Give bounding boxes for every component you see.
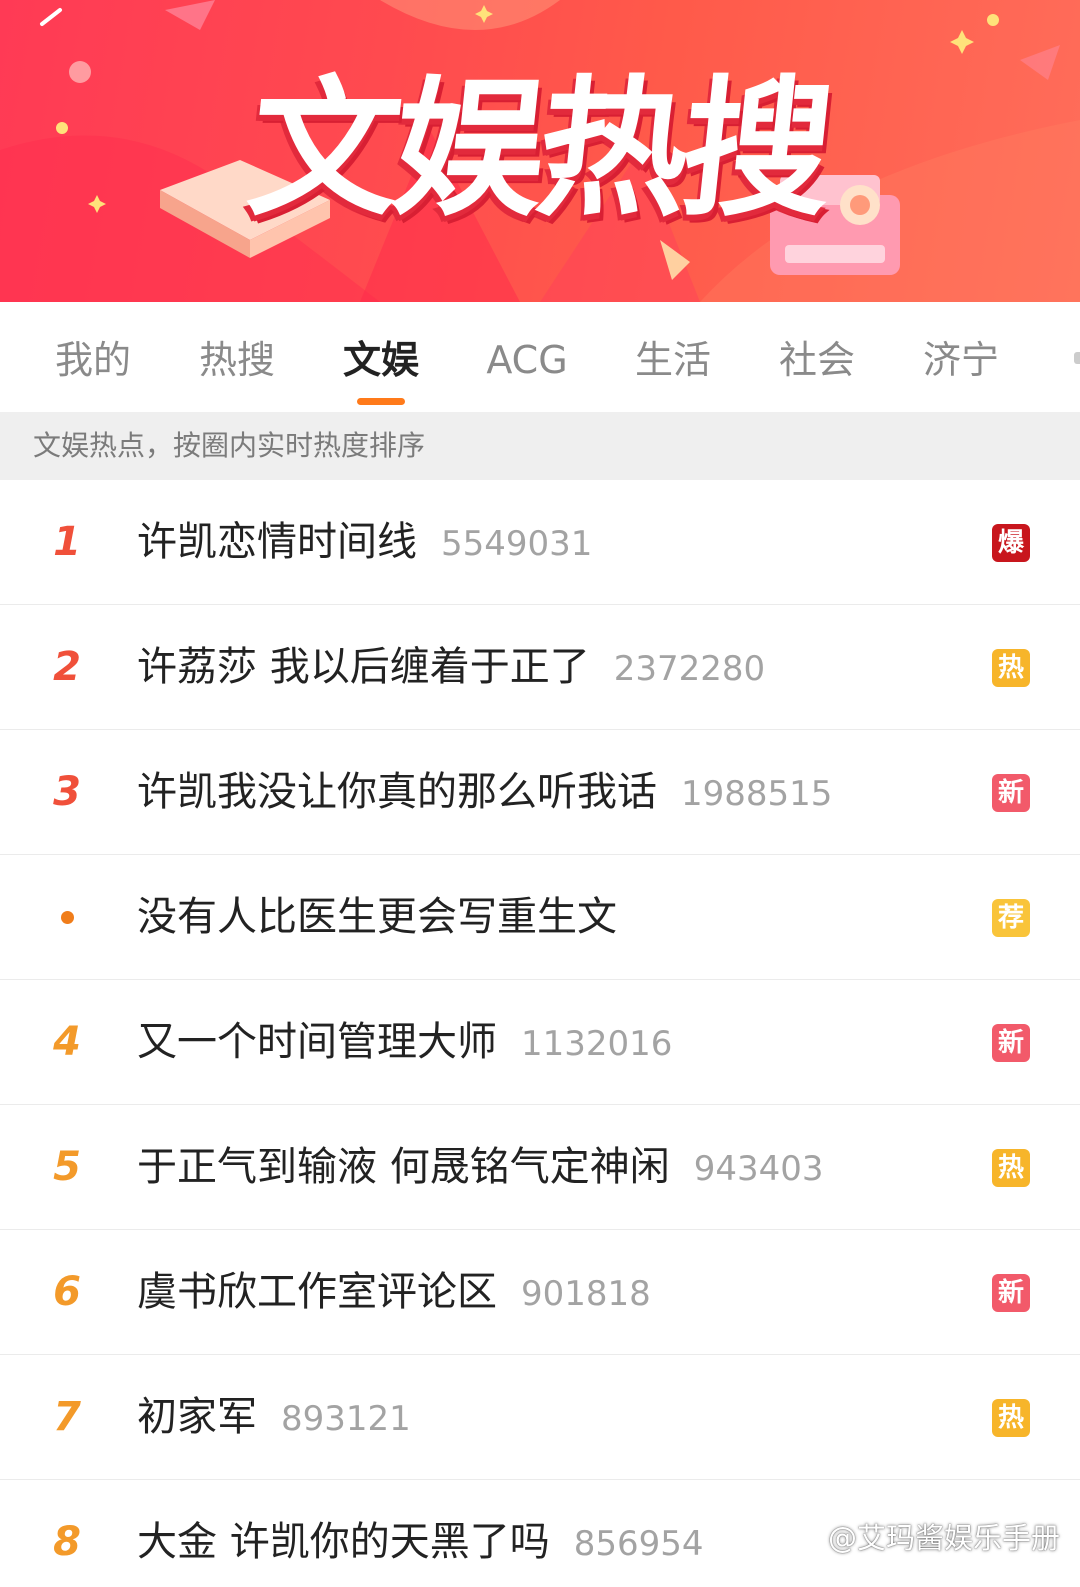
topic-title[interactable]: 许凯我没让你真的那么听我话 <box>137 769 657 815</box>
tab-hot-search[interactable]: 热搜 <box>196 332 278 388</box>
rank-number: 4 <box>53 1019 81 1065</box>
topic-title[interactable]: 许凯恋情时间线 <box>137 519 417 565</box>
topic-title[interactable]: 大金 许凯你的天黑了吗 <box>137 1519 550 1565</box>
heat-count: 893121 <box>281 1399 411 1439</box>
heat-count: 5549031 <box>441 524 593 564</box>
tab-acg[interactable]: ACG <box>482 332 572 388</box>
tab-jining[interactable]: 济宁 <box>920 332 1002 388</box>
hot-search-list: 1 许凯恋情时间线 5549031 爆 2 许荔莎 我以后缠着于正了 2372280… <box>0 480 1080 1587</box>
rank-number: 1 <box>53 519 81 565</box>
hot-badge: 热 <box>992 1399 1030 1437</box>
list-item[interactable]: 3 许凯我没让你真的那么听我话 1988515 新 <box>0 730 1080 855</box>
ranking-description: 文娱热点，按圈内实时热度排序 <box>33 429 426 462</box>
more-tabs-hint <box>1074 352 1080 364</box>
hot-badge: 热 <box>992 649 1030 687</box>
list-item[interactable]: 1 许凯恋情时间线 5549031 爆 <box>0 480 1080 605</box>
rank-number: 3 <box>53 769 81 815</box>
banner-title: 文娱热搜 <box>241 63 836 237</box>
rank-number: 6 <box>53 1269 81 1315</box>
rank-number: 2 <box>53 644 81 690</box>
heat-count: 943403 <box>693 1149 824 1189</box>
list-item[interactable]: 2 许荔莎 我以后缠着于正了 2372280 热 <box>0 605 1080 730</box>
watermark: @艾玛酱娱乐手册 <box>790 1518 1060 1558</box>
topic-title[interactable]: 虞书欣工作室评论区 <box>137 1269 497 1315</box>
info-strip: 文娱热点，按圈内实时热度排序 <box>0 412 1080 480</box>
tab-society[interactable]: 社会 <box>776 332 858 388</box>
watermark-text: @艾玛酱娱乐手册 <box>828 1521 1061 1555</box>
rank-number: 7 <box>53 1394 81 1440</box>
back-arrow-icon[interactable] <box>30 0 70 30</box>
active-tab-indicator <box>357 398 405 405</box>
topic-title[interactable]: 没有人比医生更会写重生文 <box>137 894 617 940</box>
rank-number: 5 <box>53 1144 81 1190</box>
category-tabs: 我的 热搜 文娱 ACG 生活 社会 济宁 <box>0 302 1080 412</box>
heat-count: 2372280 <box>613 649 766 689</box>
new-badge: 新 <box>992 1274 1030 1312</box>
hot-badge: 热 <box>992 1149 1030 1187</box>
heat-count: 1988515 <box>681 774 833 814</box>
rank-number: 8 <box>53 1519 81 1565</box>
page: 文娱热搜 我的 热搜 文娱 ACG 生活 社会 济宁 文娱热点，按圈内实时热度排… <box>0 0 1080 1587</box>
list-item[interactable]: 5 于正气到输液 何晟铭气定神闲 943403 热 <box>0 1105 1080 1230</box>
explosive-badge: 爆 <box>992 524 1030 562</box>
heat-count: 856954 <box>573 1524 704 1564</box>
heat-count: 901818 <box>521 1274 651 1314</box>
new-badge: 新 <box>992 1024 1030 1062</box>
new-badge: 新 <box>992 774 1030 812</box>
recommended-dot-icon <box>61 911 74 924</box>
heat-count: 1132016 <box>521 1024 673 1064</box>
tab-mine[interactable]: 我的 <box>52 332 134 388</box>
tab-entertainment[interactable]: 文娱 <box>340 332 422 388</box>
topic-title[interactable]: 初家军 <box>137 1394 257 1440</box>
list-item[interactable]: 4 又一个时间管理大师 1132016 新 <box>0 980 1080 1105</box>
weibo-logo-icon <box>790 1528 823 1554</box>
recommended-badge: 荐 <box>992 899 1030 937</box>
list-item[interactable]: 7 初家军 893121 热 <box>0 1355 1080 1480</box>
topic-title[interactable]: 于正气到输液 何晟铭气定神闲 <box>137 1144 670 1190</box>
topic-title[interactable]: 又一个时间管理大师 <box>137 1019 497 1065</box>
topic-title[interactable]: 许荔莎 我以后缠着于正了 <box>137 644 590 690</box>
list-item-recommended[interactable]: 没有人比医生更会写重生文 荐 <box>0 855 1080 980</box>
list-item[interactable]: 6 虞书欣工作室评论区 901818 新 <box>0 1230 1080 1355</box>
banner: 文娱热搜 <box>0 0 1080 302</box>
tab-life[interactable]: 生活 <box>632 332 714 388</box>
